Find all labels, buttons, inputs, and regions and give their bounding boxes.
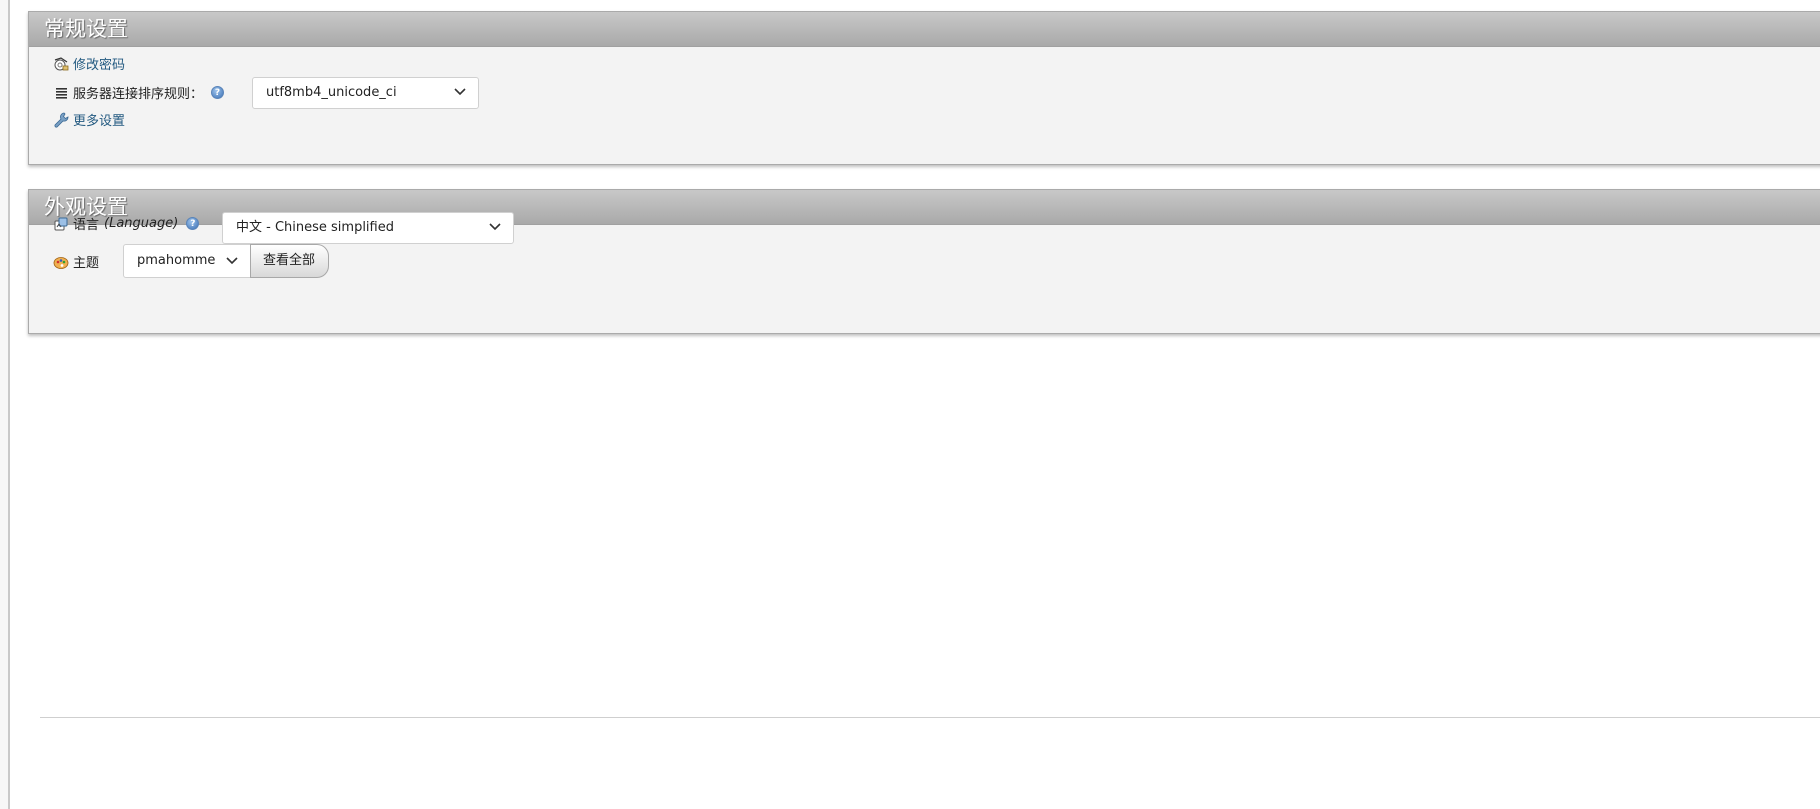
language-icon bbox=[53, 216, 69, 232]
server-collation-select[interactable]: utf8mb4_unicode_ci bbox=[252, 77, 479, 109]
appearance-settings-panel: 外观设置 语言 (Language) ? 中文 - Chinese simpli… bbox=[28, 189, 1820, 334]
chevron-down-icon bbox=[454, 88, 466, 96]
server-collation-value: utf8mb4_unicode_ci bbox=[266, 85, 397, 100]
footer-divider bbox=[40, 717, 1820, 718]
change-password-row[interactable]: 修改密码 bbox=[53, 54, 125, 73]
wrench-icon bbox=[53, 112, 69, 128]
more-settings-link[interactable]: 更多设置 bbox=[73, 110, 125, 129]
password-icon bbox=[53, 56, 69, 72]
theme-label: 主题 bbox=[73, 256, 100, 271]
help-icon[interactable]: ? bbox=[211, 86, 225, 99]
chevron-down-icon bbox=[489, 223, 501, 231]
left-frame-border bbox=[0, 0, 10, 809]
change-password-link[interactable]: 修改密码 bbox=[73, 54, 125, 73]
server-collation-label: 服务器连接排序规则： bbox=[73, 87, 204, 102]
general-settings-panel: 常规设置 修改密码 服务器连接排序规则： ? utf8mb4_unicode_c… bbox=[28, 11, 1820, 165]
language-row: 语言 (Language) ? bbox=[53, 214, 200, 233]
more-settings-row[interactable]: 更多设置 bbox=[53, 110, 125, 129]
server-collation-row: 服务器连接排序规则： ? bbox=[53, 83, 225, 102]
theme-palette-icon bbox=[53, 254, 69, 270]
view-all-themes-button[interactable]: 查看全部 bbox=[250, 244, 329, 278]
language-value: 中文 - Chinese simplified bbox=[236, 220, 394, 235]
language-select[interactable]: 中文 - Chinese simplified bbox=[222, 212, 514, 244]
language-label: 语言 bbox=[73, 218, 100, 233]
general-settings-title: 常规设置 bbox=[29, 12, 1820, 47]
language-label-en: (Language) bbox=[104, 216, 179, 231]
chevron-down-icon bbox=[226, 257, 238, 265]
theme-select[interactable]: pmahomme bbox=[123, 244, 251, 278]
theme-value: pmahomme bbox=[137, 253, 216, 268]
help-icon[interactable]: ? bbox=[186, 217, 200, 230]
theme-row: 主题 bbox=[53, 252, 99, 271]
list-icon bbox=[53, 85, 69, 101]
